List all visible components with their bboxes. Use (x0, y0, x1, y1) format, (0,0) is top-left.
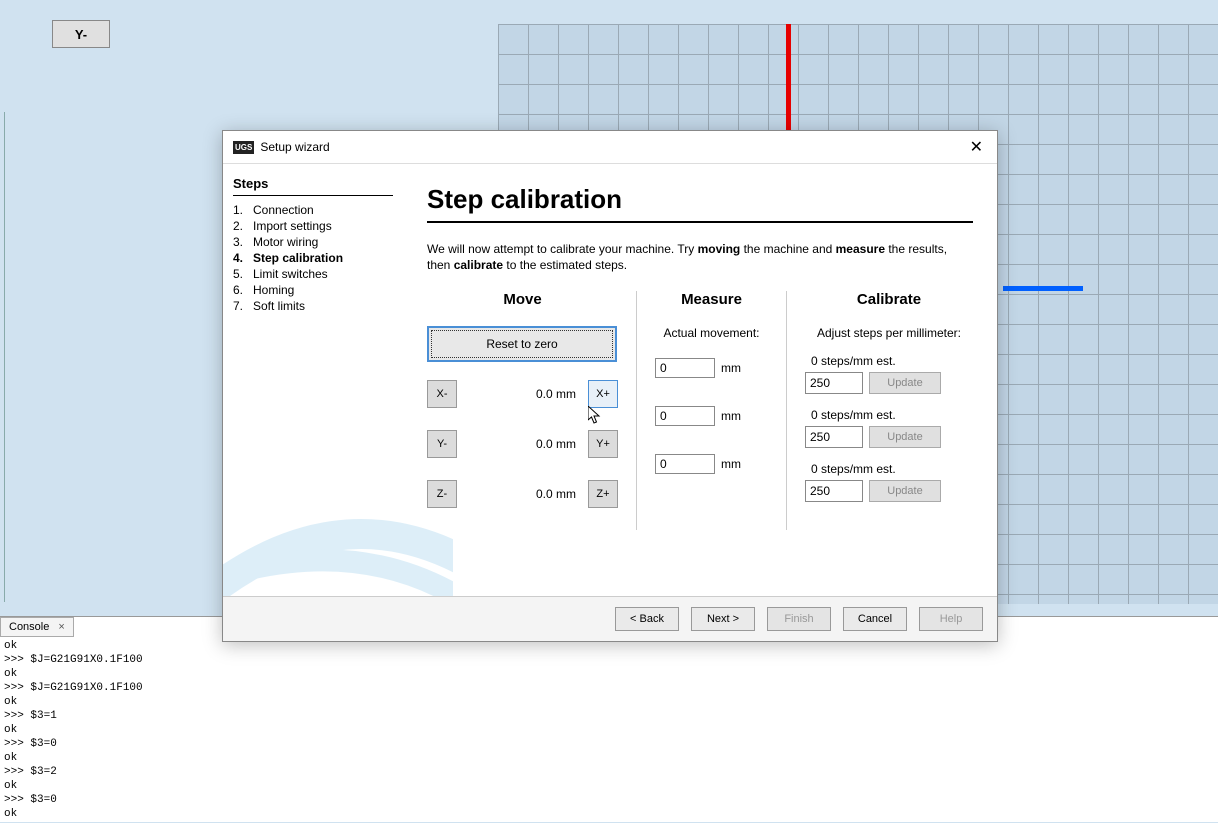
position-value: 0.0 mm (457, 487, 588, 501)
wizard-step-item[interactable]: 6.Homing (233, 282, 393, 298)
estimate-label: 0 steps/mm est. (811, 408, 973, 422)
dialog-titlebar: UGS Setup wizard ✕ (223, 131, 997, 164)
wizard-step-item[interactable]: 3.Motor wiring (233, 234, 393, 250)
move-row: X-0.0 mmX+ (427, 380, 618, 408)
actual-movement-input[interactable] (655, 358, 715, 378)
wizard-footer: < Back Next > Finish Cancel Help (223, 596, 997, 641)
measure-label: Actual movement: (655, 326, 768, 340)
wizard-steps-sidebar: Steps 1.Connection2.Import settings3.Mot… (223, 164, 403, 596)
steps-heading: Steps (233, 176, 393, 196)
move-column: Move Reset to zero X-0.0 mmX+Y-0.0 mmY+Z… (427, 291, 637, 530)
wizard-step-item[interactable]: 7.Soft limits (233, 298, 393, 314)
jog-plus-button[interactable]: Y+ (588, 430, 618, 458)
dialog-title: Setup wizard (260, 140, 329, 154)
calibrate-row: 0 steps/mm est. Update (805, 354, 973, 394)
measure-column: Measure Actual movement: mm mm mm (637, 291, 787, 530)
back-button[interactable]: < Back (615, 607, 679, 631)
jog-plus-button[interactable]: X+ (588, 380, 618, 408)
close-icon[interactable]: × (58, 621, 64, 633)
setup-wizard-dialog: UGS Setup wizard ✕ Steps 1.Connection2.I… (222, 130, 998, 642)
move-heading: Move (427, 291, 618, 308)
page-title: Step calibration (427, 184, 973, 223)
wizard-content: Step calibration We will now attempt to … (403, 164, 997, 596)
measure-row: mm (655, 406, 768, 426)
wizard-step-item[interactable]: 5.Limit switches (233, 266, 393, 282)
move-row: Y-0.0 mmY+ (427, 430, 618, 458)
next-button[interactable]: Next > (691, 607, 755, 631)
move-row: Z-0.0 mmZ+ (427, 480, 618, 508)
calibrate-heading: Calibrate (805, 291, 973, 308)
unit-label: mm (721, 409, 741, 423)
update-button: Update (869, 480, 941, 502)
measure-row: mm (655, 454, 768, 474)
calibrate-row: 0 steps/mm est. Update (805, 408, 973, 448)
wizard-step-item[interactable]: 1.Connection (233, 202, 393, 218)
actual-movement-input[interactable] (655, 406, 715, 426)
console-output: ok >>> $J=G21G91X0.1F100 ok >>> $J=G21G9… (0, 637, 1218, 823)
reset-to-zero-button[interactable]: Reset to zero (427, 326, 617, 362)
finish-button: Finish (767, 607, 831, 631)
wizard-step-item[interactable]: 4.Step calibration (233, 250, 393, 266)
actual-movement-input[interactable] (655, 454, 715, 474)
measure-row: mm (655, 358, 768, 378)
wizard-step-item[interactable]: 2.Import settings (233, 218, 393, 234)
estimate-label: 0 steps/mm est. (811, 462, 973, 476)
unit-label: mm (721, 361, 741, 375)
console-panel: Console × ok >>> $J=G21G91X0.1F100 ok >>… (0, 616, 1218, 822)
jog-minus-button[interactable]: X- (427, 380, 457, 408)
calibrate-label: Adjust steps per millimeter: (805, 326, 973, 340)
help-button: Help (919, 607, 983, 631)
app-logo: UGS (233, 141, 254, 154)
instructions-text: We will now attempt to calibrate your ma… (427, 241, 973, 273)
position-value: 0.0 mm (457, 387, 588, 401)
cancel-button[interactable]: Cancel (843, 607, 907, 631)
close-icon[interactable]: ✕ (966, 137, 987, 157)
unit-label: mm (721, 457, 741, 471)
update-button: Update (869, 426, 941, 448)
steps-per-mm-input[interactable] (805, 480, 863, 502)
jog-minus-button[interactable]: Z- (427, 480, 457, 508)
measure-heading: Measure (655, 291, 768, 308)
axis-x-indicator (1003, 286, 1083, 291)
jog-minus-button[interactable]: Y- (427, 430, 457, 458)
steps-per-mm-input[interactable] (805, 372, 863, 394)
jog-plus-button[interactable]: Z+ (588, 480, 618, 508)
steps-per-mm-input[interactable] (805, 426, 863, 448)
estimate-label: 0 steps/mm est. (811, 354, 973, 368)
console-tab[interactable]: Console × (0, 617, 74, 637)
divider (4, 112, 5, 602)
calibrate-column: Calibrate Adjust steps per millimeter: 0… (787, 291, 973, 530)
jog-y-minus-toolbar[interactable]: Y- (52, 20, 110, 48)
console-tab-label: Console (9, 621, 49, 633)
update-button: Update (869, 372, 941, 394)
calibrate-row: 0 steps/mm est. Update (805, 462, 973, 502)
position-value: 0.0 mm (457, 437, 588, 451)
